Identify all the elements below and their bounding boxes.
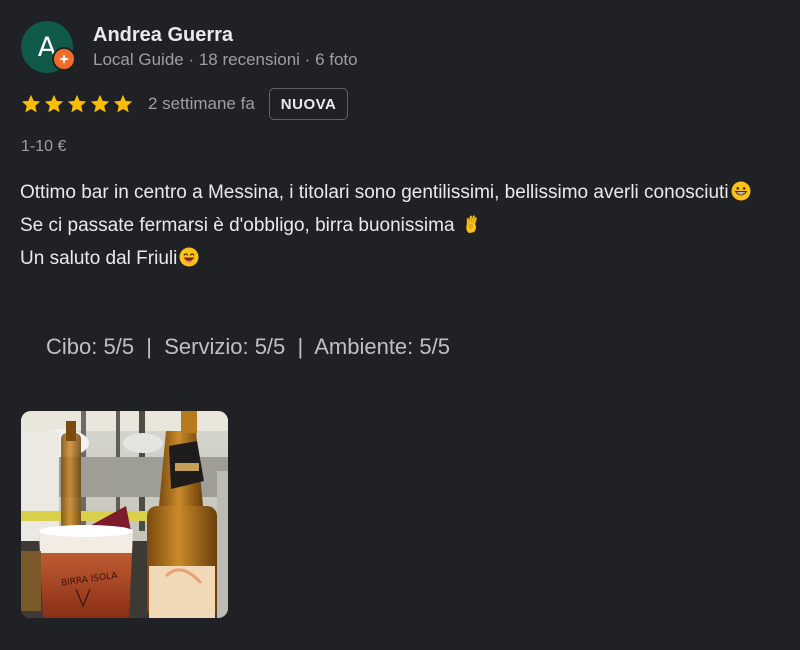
author-meta: Local Guide · 18 recensioni · 6 foto: [93, 50, 358, 69]
subratings: Cibo: 5/5 | Servizio: 5/5 | Ambiente: 5/…: [46, 334, 450, 359]
star-icon: [90, 94, 110, 113]
ok-hand-emoji: [465, 215, 477, 234]
review-text-line: Se ci passate fermarsi è d'obbligo, birr…: [20, 209, 790, 242]
review-text-line-1: Ottimo bar in centro a Messina, i titola…: [20, 182, 729, 203]
local-guide-star-icon: [52, 47, 76, 71]
star-rating: [20, 93, 134, 115]
new-badge: NUOVA: [268, 88, 349, 120]
author-name[interactable]: Andrea Guerra: [93, 22, 358, 48]
rating-row: 2 settimane fa NUOVA: [20, 86, 349, 122]
review-card: A Andrea Guerra Local Guide · 18 recensi…: [0, 0, 800, 650]
review-text-line: Un saluto dal Friuli: [20, 242, 790, 275]
star-icon: [44, 94, 64, 113]
price-range: 1-10 €: [21, 138, 67, 155]
star-icon: [113, 94, 133, 113]
star-icon: [21, 94, 41, 113]
grinning-face-emoji: [731, 181, 751, 201]
star-icon: [67, 94, 87, 113]
review-text: Ottimo bar in centro a Messina, i titola…: [20, 176, 790, 275]
review-text-line: Ottimo bar in centro a Messina, i titola…: [20, 176, 790, 209]
review-text-line-2: Se ci passate fermarsi è d'obbligo, birr…: [20, 215, 455, 236]
smiling-face-emoji: [179, 247, 199, 267]
review-text-line-3: Un saluto dal Friuli: [20, 248, 178, 269]
author-info: Andrea Guerra Local Guide · 18 recension…: [93, 22, 358, 72]
avatar[interactable]: A: [21, 21, 76, 73]
review-header: A Andrea Guerra Local Guide · 18 recensi…: [21, 21, 358, 73]
review-photo[interactable]: BIRRA ISOLA: [21, 411, 228, 618]
review-time: 2 settimane fa: [148, 94, 255, 113]
